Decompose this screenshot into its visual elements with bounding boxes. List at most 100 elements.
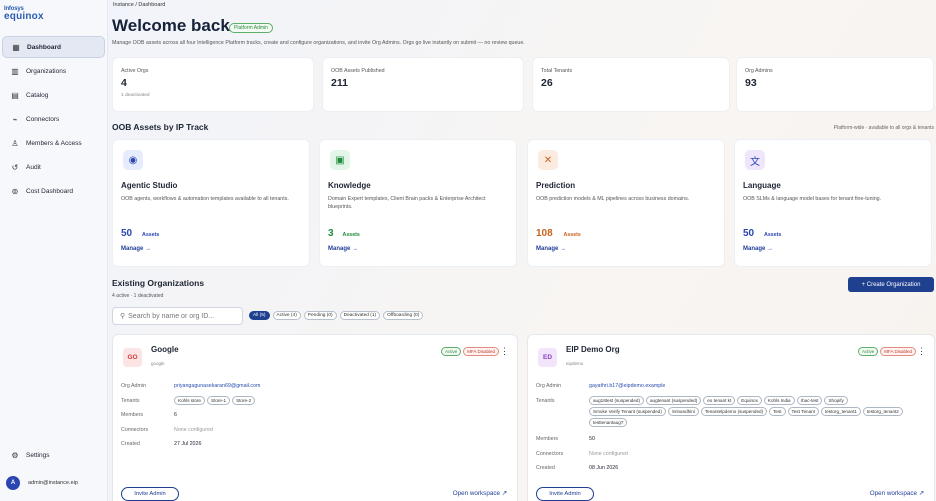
detail-label: Connectors — [121, 427, 149, 433]
tenant-chip[interactable]: Tenantelpdemo (suspended) — [700, 407, 768, 416]
stat-card: OOB Assets Published 211 — [322, 57, 524, 112]
detail-label: Members — [121, 412, 144, 418]
track-asset-count: 108 — [536, 228, 553, 239]
tenant-chip[interactable]: Test — [769, 407, 786, 416]
stat-card: Total Tenants 26 — [532, 57, 730, 112]
org-admin-email[interactable]: priyangagunasekaran69@gmail.com — [174, 383, 260, 389]
filter-pill[interactable]: Deactivated (1) — [339, 311, 381, 320]
members-count: 50 — [589, 436, 595, 442]
tenant-chip[interactable]: rbac-test — [796, 396, 823, 405]
tenant-chip[interactable]: Test Tenant — [787, 407, 819, 416]
manage-link[interactable]: Manage → — [121, 246, 151, 252]
sidebar-item-audit[interactable]: ↺ Audit — [2, 156, 105, 178]
status-filters: All (5) Active (4) Pending (0) Deactivated … — [249, 311, 426, 320]
manage-link[interactable]: Manage → — [743, 246, 773, 252]
track-description: OOB SLMs & language model bases for tena… — [743, 196, 882, 202]
breadcrumb: Instance / Dashboard — [113, 2, 166, 8]
sidebar-item-label: Connectors — [26, 115, 60, 123]
org-admin-email[interactable]: gayathri.b17@eipdemo.example — [589, 383, 665, 389]
org-avatar: GO — [123, 348, 142, 367]
open-workspace-link[interactable]: Open workspace ↗ — [870, 490, 924, 497]
org-detail-row: Members 50 — [536, 436, 595, 442]
filter-pill[interactable]: Offboarding (0) — [383, 311, 424, 320]
connectors-value: None configured — [589, 451, 628, 457]
org-slug: google — [151, 361, 165, 366]
orgs-subtitle: 4 active · 1 deactivated — [112, 293, 164, 299]
sidebar-item-catalog[interactable]: ▤ Catalog — [2, 84, 105, 106]
track-asset-unit: Assets — [342, 232, 360, 238]
sidebar-settings: ⚙ Settings — [2, 444, 105, 468]
page-title: Welcome back — [112, 16, 230, 35]
search-input[interactable]: ⚲ Search by name or org ID... — [112, 307, 243, 325]
status-badge: Active — [440, 347, 462, 356]
tenant-chip[interactable]: augtenant (suspended) — [646, 396, 702, 405]
tenant-chip[interactable]: Kohls India — [763, 396, 795, 405]
detail-label: Org Admin — [121, 383, 147, 389]
manage-link[interactable]: Manage → — [328, 246, 358, 252]
open-workspace-link[interactable]: Open workspace ↗ — [453, 490, 507, 497]
building-icon: ▥ — [11, 66, 19, 76]
sidebar-item-label: Audit — [26, 163, 41, 171]
stat-label: Active Orgs — [121, 68, 149, 74]
tenant-chip[interactable]: aug18test (suspended) — [589, 396, 644, 405]
sidebar-nav: ▦ Dashboard ▥ Organizations ▤ Catalog ⌁ Connect… — [2, 36, 105, 204]
equinox-logo[interactable]: Infosys equinox — [4, 6, 44, 22]
track-name: Prediction — [536, 181, 576, 190]
stat-value: 93 — [745, 77, 757, 89]
tenant-chip[interactable]: Srinandhini — [667, 407, 699, 416]
detail-label: Tenants — [536, 398, 555, 404]
org-detail-row: Tenants — [121, 398, 174, 404]
org-badges: Active MFA Disabled — [439, 347, 499, 356]
org-detail-row: Tenants — [536, 398, 589, 404]
org-detail-row: Created 08 Jun 2026 — [536, 465, 618, 471]
sidebar-item-members-access[interactable]: ♙ Members & Access — [2, 132, 105, 154]
track-description: OOB agents, workflows & automation templ… — [121, 196, 289, 202]
tenant-chip[interactable]: testtenantaug7 — [589, 418, 628, 427]
tenant-chip[interactable]: testorg_tenant1 — [820, 407, 861, 416]
connectors-value: None configured — [174, 427, 213, 433]
sidebar: Infosys equinox ▦ Dashboard ▥ Organizations… — [0, 0, 108, 501]
tenant-chip[interactable]: Store-2 — [232, 396, 256, 405]
create-organization-button[interactable]: + Create Organization — [848, 277, 934, 292]
more-options-icon[interactable]: ⋮ — [917, 346, 926, 357]
invite-admin-button[interactable]: Invite Admin — [121, 487, 179, 501]
tenant-chip[interactable]: Store-1 — [206, 396, 231, 405]
sidebar-item-cost-dashboard[interactable]: ⊚ Cost Dashboard — [2, 180, 105, 202]
tenant-chip[interactable]: Shopify — [824, 396, 848, 405]
more-options-icon[interactable]: ⋮ — [500, 346, 509, 357]
sidebar-item-label: Cost Dashboard — [26, 187, 73, 195]
track-asset-count: 3 — [328, 228, 334, 239]
org-card: ED EIP Demo Org eipdemo Active MFA Disabled ⋮… — [527, 334, 935, 501]
stat-label: Org Admins — [745, 68, 773, 74]
avatar: A — [6, 476, 20, 490]
invite-admin-button[interactable]: Invite Admin — [536, 487, 594, 501]
track-description: OOB prediction models & ML pipelines acr… — [536, 196, 690, 202]
sidebar-item-settings[interactable]: ⚙ Settings — [2, 444, 105, 466]
org-badges: Active MFA Disabled — [856, 347, 916, 356]
track-asset-count: 50 — [743, 228, 755, 239]
filter-pill[interactable]: All (5) — [249, 311, 270, 320]
filter-pill[interactable]: Active (4) — [272, 311, 301, 320]
tenant-chip[interactable]: Equinox — [737, 396, 762, 405]
dashboard-icon: ▦ — [12, 42, 20, 52]
tenant-chip[interactable]: Smoke Verify Tenant (suspended) — [589, 407, 666, 416]
chart-icon: ✕ — [538, 150, 558, 170]
org-detail-row: Org Admin gayathri.b17@eipdemo.example — [536, 383, 665, 389]
manage-link[interactable]: Manage → — [536, 246, 566, 252]
grid-icon: ▤ — [11, 90, 19, 100]
sidebar-item-connectors[interactable]: ⌁ Connectors — [2, 108, 105, 130]
detail-label: Org Admin — [536, 383, 562, 389]
track-asset-count: 50 — [121, 228, 133, 239]
filter-pill[interactable]: Pending (0) — [303, 311, 337, 320]
tenant-chips: Kohls store Store-1 Store-2 — [174, 396, 510, 407]
mfa-badge: MFA Disabled — [463, 347, 499, 356]
tenant-chip[interactable]: Kohls store — [174, 396, 205, 405]
sidebar-item-dashboard[interactable]: ▦ Dashboard — [2, 36, 105, 58]
tenant-chip[interactable]: testorg_tenant2 — [862, 407, 903, 416]
track-name: Language — [743, 181, 781, 190]
sidebar-item-organizations[interactable]: ▥ Organizations — [2, 60, 105, 82]
tenant-chip[interactable]: eo tenant kt — [703, 396, 736, 405]
org-avatar: ED — [538, 348, 557, 367]
user-menu[interactable]: A admin@instance.eip — [6, 476, 78, 490]
org-detail-row: Created 27 Jul 2026 — [121, 441, 201, 447]
